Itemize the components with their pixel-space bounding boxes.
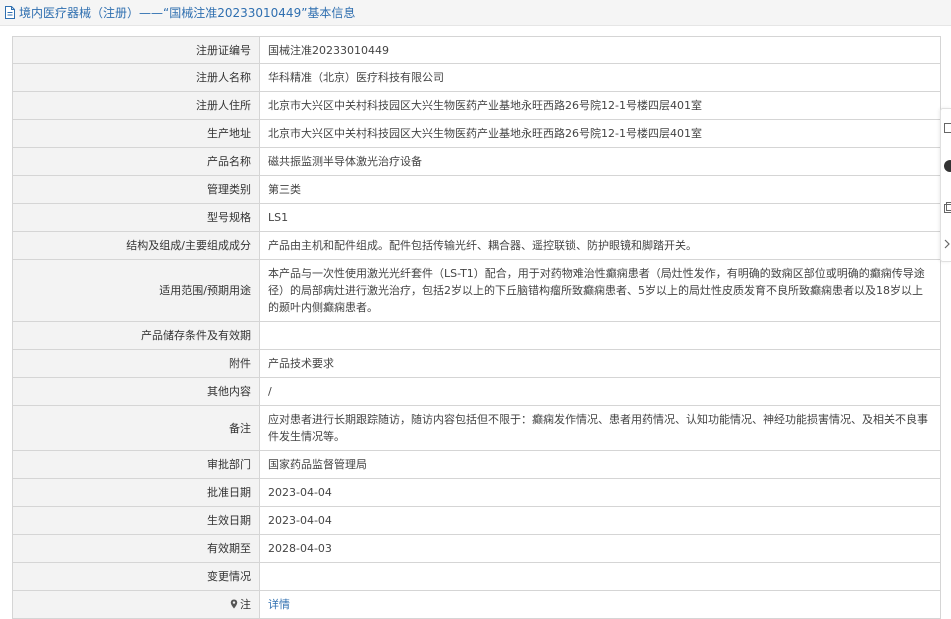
row-value: / — [260, 378, 941, 406]
row-value: 北京市大兴区中关村科技园区大兴生物医药产业基地永旺西路26号院12-1号楼四层4… — [260, 92, 941, 120]
row-label: 生产地址 — [13, 120, 260, 148]
note-label-cell: 注 — [13, 591, 260, 619]
row-value: 本产品与一次性使用激光光纤套件（LS-T1）配合，用于对药物难治性癫痫患者（局灶… — [260, 260, 941, 322]
table-row: 适用范围/预期用途 本产品与一次性使用激光光纤套件（LS-T1）配合，用于对药物… — [13, 260, 941, 322]
edit-icon[interactable] — [943, 121, 951, 135]
table-row: 审批部门 国家药品监督管理局 — [13, 451, 941, 479]
row-value: 2023-04-04 — [260, 507, 941, 535]
row-value: 2028-04-03 — [260, 535, 941, 563]
note-value-cell: 详情 — [260, 591, 941, 619]
row-label: 批准日期 — [13, 479, 260, 507]
table-row: 注 详情 — [13, 591, 941, 619]
row-label: 产品名称 — [13, 148, 260, 176]
table-row: 备注 应对患者进行长期跟踪随访，随访内容包括但不限于：癫痫发作情况、患者用药情况… — [13, 406, 941, 451]
table-row: 有效期至 2028-04-03 — [13, 535, 941, 563]
row-value: 华科精准（北京）医疗科技有限公司 — [260, 64, 941, 92]
row-label: 有效期至 — [13, 535, 260, 563]
page-header: 境内医疗器械（注册）——“国械注准20233010449”基本信息 — [0, 0, 951, 26]
row-label: 审批部门 — [13, 451, 260, 479]
detail-link[interactable]: 详情 — [268, 598, 290, 611]
table-row: 其他内容 / — [13, 378, 941, 406]
row-label: 附件 — [13, 350, 260, 378]
table-row: 产品名称 磁共振监测半导体激光治疗设备 — [13, 148, 941, 176]
row-label: 适用范围/预期用途 — [13, 260, 260, 322]
row-value: 国家药品监督管理局 — [260, 451, 941, 479]
row-label: 产品储存条件及有效期 — [13, 322, 260, 350]
table-row: 变更情况 — [13, 563, 941, 591]
row-value: LS1 — [260, 204, 941, 232]
basic-info-table: 注册证编号 国械注准20233010449 注册人名称 华科精准（北京）医疗科技… — [12, 36, 941, 619]
document-icon — [4, 6, 16, 19]
row-value: 应对患者进行长期跟踪随访，随访内容包括但不限于：癫痫发作情况、患者用药情况、认知… — [260, 406, 941, 451]
table-row: 注册证编号 国械注准20233010449 — [13, 37, 941, 64]
row-value: 第三类 — [260, 176, 941, 204]
row-label: 变更情况 — [13, 563, 260, 591]
row-label: 注册人住所 — [13, 92, 260, 120]
table-row: 产品储存条件及有效期 — [13, 322, 941, 350]
row-label: 管理类别 — [13, 176, 260, 204]
copy-icon[interactable] — [943, 201, 951, 215]
info-badge-icon[interactable] — [943, 159, 951, 173]
row-value: 产品由主机和配件组成。配件包括传输光纤、耦合器、遥控联锁、防护眼镜和脚踏开关。 — [260, 232, 941, 260]
row-label: 注册人名称 — [13, 64, 260, 92]
row-label: 型号规格 — [13, 204, 260, 232]
table-row: 结构及组成/主要组成成分 产品由主机和配件组成。配件包括传输光纤、耦合器、遥控联… — [13, 232, 941, 260]
row-label: 生效日期 — [13, 507, 260, 535]
row-value: 国械注准20233010449 — [260, 37, 941, 64]
table-row: 管理类别 第三类 — [13, 176, 941, 204]
table-row: 注册人名称 华科精准（北京）医疗科技有限公司 — [13, 64, 941, 92]
table-row: 型号规格 LS1 — [13, 204, 941, 232]
collapse-arrow-icon[interactable] — [943, 237, 951, 251]
pin-icon — [230, 599, 238, 609]
row-label: 备注 — [13, 406, 260, 451]
note-label: 注 — [240, 598, 251, 611]
row-value — [260, 563, 941, 591]
row-value: 2023-04-04 — [260, 479, 941, 507]
table-row: 附件 产品技术要求 — [13, 350, 941, 378]
table-row: 批准日期 2023-04-04 — [13, 479, 941, 507]
page-title: 境内医疗器械（注册）——“国械注准20233010449”基本信息 — [19, 4, 355, 21]
table-row: 生产地址 北京市大兴区中关村科技园区大兴生物医药产业基地永旺西路26号院12-1… — [13, 120, 941, 148]
table-row: 生效日期 2023-04-04 — [13, 507, 941, 535]
row-value — [260, 322, 941, 350]
table-row: 注册人住所 北京市大兴区中关村科技园区大兴生物医药产业基地永旺西路26号院12-… — [13, 92, 941, 120]
row-value: 产品技术要求 — [260, 350, 941, 378]
row-label: 结构及组成/主要组成成分 — [13, 232, 260, 260]
row-value: 北京市大兴区中关村科技园区大兴生物医药产业基地永旺西路26号院12-1号楼四层4… — [260, 120, 941, 148]
row-value: 磁共振监测半导体激光治疗设备 — [260, 148, 941, 176]
side-toolbar — [940, 108, 951, 262]
row-label: 其他内容 — [13, 378, 260, 406]
row-label: 注册证编号 — [13, 37, 260, 64]
